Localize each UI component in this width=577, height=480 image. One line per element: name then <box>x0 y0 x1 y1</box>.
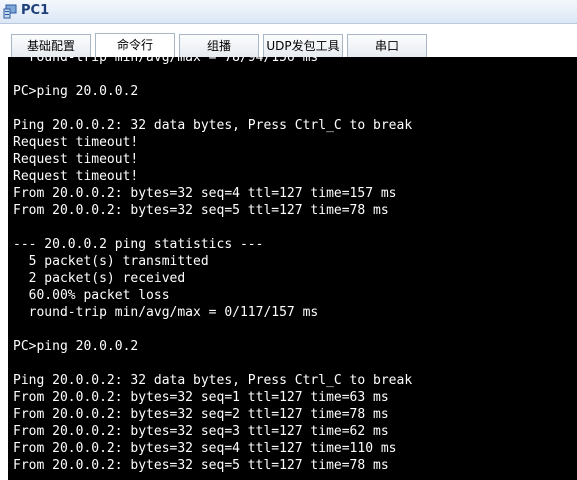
tab-serial-port[interactable]: 串口 <box>347 34 427 58</box>
terminal-console[interactable]: round-trip min/avg/max = 78/94/156 ms PC>… <box>8 57 577 480</box>
terminal-line: From 20.0.0.2: bytes=32 seq=4 ttl=127 ti… <box>13 186 397 201</box>
terminal-line: Request timeout! <box>13 135 139 150</box>
terminal-line: From 20.0.0.2: bytes=32 seq=2 ttl=127 ti… <box>13 407 389 422</box>
terminal-line: 2 packet(s) received <box>13 271 186 286</box>
terminal-line: From 20.0.0.2: bytes=32 seq=5 ttl=127 ti… <box>13 203 389 218</box>
tab-basic-config[interactable]: 基础配置 <box>11 34 91 58</box>
terminal-line: PC>ping 20.0.0.2 <box>13 84 139 99</box>
terminal-line: Ping 20.0.0.2: 32 data bytes, Press Ctrl… <box>13 118 413 133</box>
tab-bar: 基础配置 命令行 组播 UDP发包工具 串口 <box>0 24 577 58</box>
terminal-line: round-trip min/avg/max = 78/94/156 ms <box>13 57 319 65</box>
terminal-line: 5 packet(s) transmitted <box>13 254 209 269</box>
tab-command-line[interactable]: 命令行 <box>95 33 175 58</box>
title-bar: PC1 <box>0 0 577 24</box>
terminal-line: From 20.0.0.2: bytes=32 seq=3 ttl=127 ti… <box>13 424 389 439</box>
terminal-line: --- 20.0.0.2 ping statistics --- <box>13 237 264 252</box>
terminal-line: Request timeout! <box>13 169 139 184</box>
terminal-line: From 20.0.0.2: bytes=32 seq=5 ttl=127 ti… <box>13 458 389 473</box>
terminal-line: round-trip min/avg/max = 0/117/157 ms <box>13 305 319 320</box>
terminal-line: From 20.0.0.2: bytes=32 seq=1 ttl=127 ti… <box>13 390 389 405</box>
terminal-line: Request timeout! <box>13 152 139 167</box>
terminal-line: From 20.0.0.2: bytes=32 seq=4 ttl=127 ti… <box>13 441 397 456</box>
terminal-line: 60.00% packet loss <box>13 288 170 303</box>
tab-multicast[interactable]: 组播 <box>179 34 259 58</box>
terminal-line: Ping 20.0.0.2: 32 data bytes, Press Ctrl… <box>13 373 413 388</box>
window-title: PC1 <box>21 3 50 18</box>
tab-udp-packet-tool[interactable]: UDP发包工具 <box>263 34 343 58</box>
terminal-output: round-trip min/avg/max = 78/94/156 ms PC>… <box>13 57 412 474</box>
pc-icon <box>3 4 17 19</box>
terminal-line: PC>ping 20.0.0.2 <box>13 339 139 354</box>
